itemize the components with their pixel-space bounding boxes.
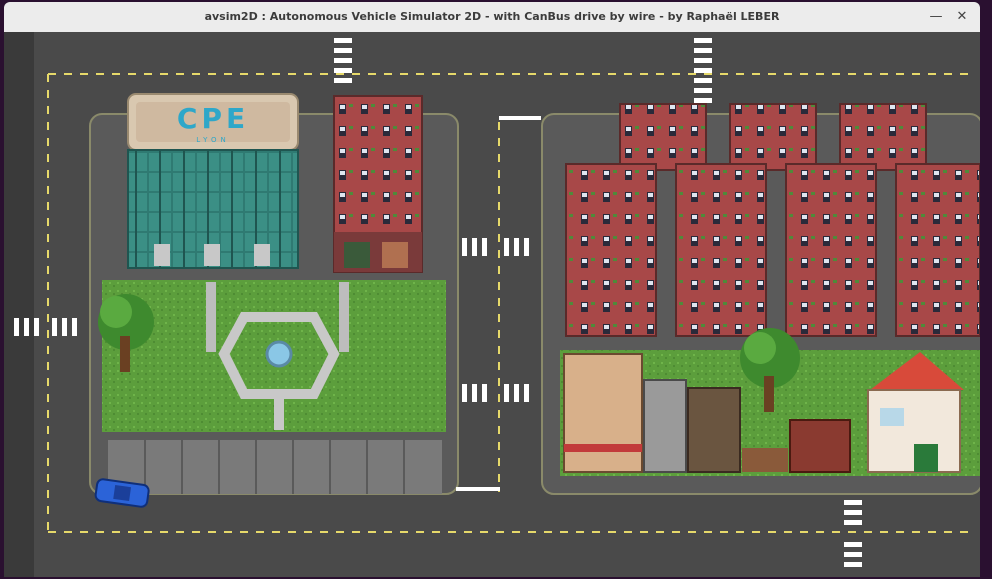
brick-building-left bbox=[333, 95, 423, 273]
logo-text: CPE bbox=[177, 102, 249, 135]
minimize-icon[interactable]: — bbox=[926, 7, 946, 27]
fountain-icon bbox=[265, 340, 293, 368]
title-bar[interactable]: avsim2D : Autonomous Vehicle Simulator 2… bbox=[4, 2, 980, 33]
simulation-canvas[interactable]: CPE LYON bbox=[4, 32, 980, 577]
window-title: avsim2D : Autonomous Vehicle Simulator 2… bbox=[204, 10, 780, 23]
cpe-lyon-building: CPE LYON bbox=[127, 93, 299, 269]
shopping-district bbox=[560, 328, 980, 476]
app-window: avsim2D : Autonomous Vehicle Simulator 2… bbox=[4, 2, 980, 577]
close-icon[interactable]: ✕ bbox=[952, 7, 972, 27]
city-map: CPE LYON bbox=[4, 32, 980, 577]
park bbox=[98, 280, 446, 432]
logo-subtext: LYON bbox=[196, 136, 230, 144]
parking-lot bbox=[108, 440, 442, 494]
